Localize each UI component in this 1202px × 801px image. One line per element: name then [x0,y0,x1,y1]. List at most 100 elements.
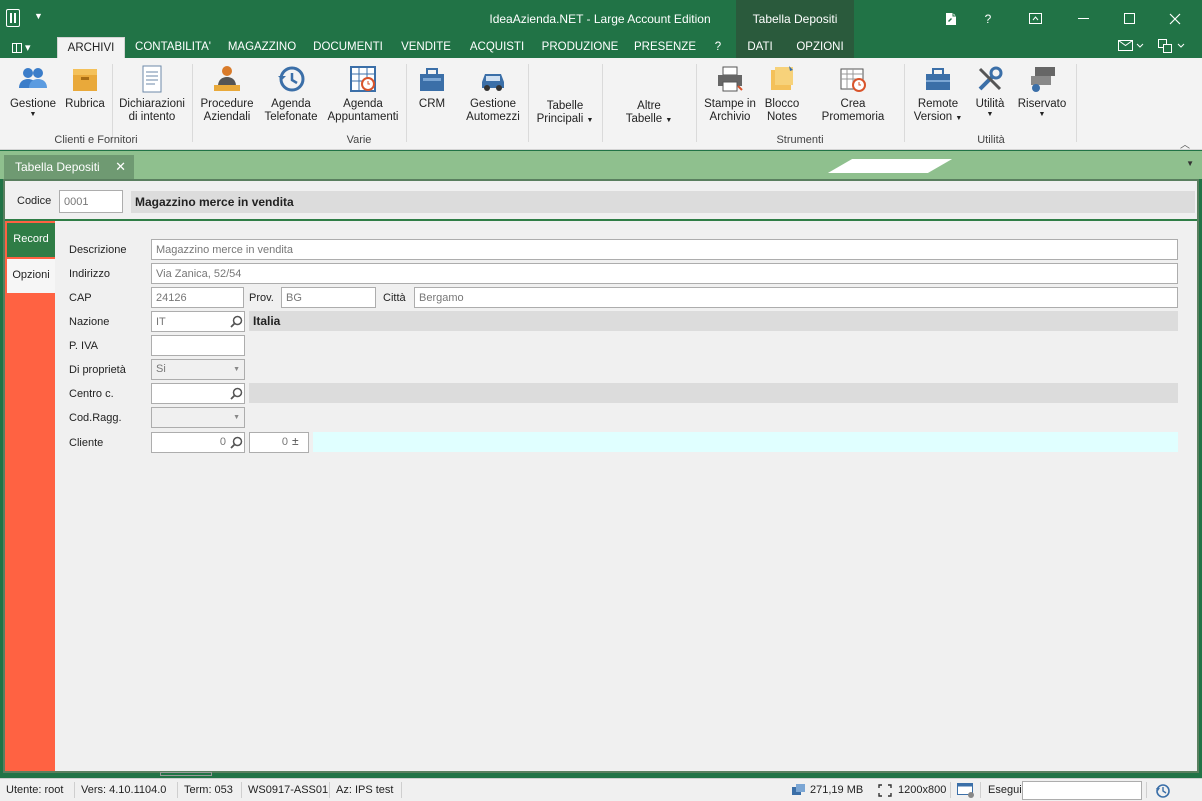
ribbon-display-options-icon[interactable] [1012,0,1058,37]
tab-dati[interactable]: DATI [740,37,780,58]
tab-opzioni[interactable]: OPZIONI [790,37,850,58]
cliente-description [313,432,1178,452]
esegui-label: Esegui [988,784,1022,796]
toolbox-icon [926,68,950,90]
status-resolution: 1200x800 [898,784,947,796]
codice-input[interactable] [59,190,123,213]
chevron-down-icon[interactable]: ▼ [1186,159,1194,168]
person-desk-icon [214,66,240,91]
tab-magazzino[interactable]: MAGAZZINO [222,37,302,58]
procedure-label-1: Procedure [200,98,254,110]
minimize-button[interactable] [1060,0,1106,37]
indirizzo-input[interactable] [151,263,1178,284]
esegui-input[interactable] [1022,781,1142,800]
maximize-button[interactable] [1106,0,1152,37]
app-icon[interactable] [6,9,20,27]
search-icon[interactable] [230,436,243,449]
descrizione-label: Descrizione [69,244,127,256]
tabelle-principali-button[interactable]: Tabelle Principali ▼ [532,64,598,134]
status-separator [950,782,951,798]
tab-help[interactable]: ? [706,37,730,58]
gestione-label: Gestione [9,98,57,110]
utilita-button[interactable]: Utilità ▼ [968,64,1012,134]
status-separator [401,782,402,798]
printer-icon [718,66,743,92]
clock-refresh-icon[interactable] [1155,783,1171,799]
side-tab-opzioni[interactable]: Opzioni [7,259,55,293]
descrizione-input[interactable] [151,239,1178,260]
users-icon [19,68,47,88]
help-button[interactable]: ? [965,0,1011,37]
tab-acquisti[interactable]: ACQUISTI [462,37,532,58]
ribbon-separator [904,64,905,142]
plus-minus-icon[interactable]: ± [292,434,299,448]
tab-vendite[interactable]: VENDITE [394,37,458,58]
proprieta-select[interactable]: Si ▼ [151,359,245,380]
altre-tabelle-button[interactable]: Altre Tabelle ▼ [616,64,682,134]
blocco-notes-button[interactable]: Blocco Notes [762,64,802,134]
remote-version-button[interactable]: Remote Version ▼ [910,64,966,134]
rubrica-label: Rubrica [65,98,105,110]
briefcase-icon [420,68,444,91]
window-settings-icon[interactable] [957,783,975,798]
status-bar: Utente: root Vers: 4.10.1104.0 Term: 053… [0,778,1202,801]
car-icon [482,74,504,91]
search-icon[interactable] [230,387,243,400]
automezzi-label-1: Gestione [469,98,517,110]
stampe-archivio-button[interactable]: Stampe in Archivio [700,64,760,134]
prov-label: Prov. [249,292,274,304]
indirizzo-label: Indirizzo [69,268,110,280]
cap-input[interactable] [151,287,244,308]
window-layout-icon[interactable] [1158,39,1186,56]
automezzi-button[interactable]: Gestione Automezzi [462,64,524,134]
ribbon-separator [696,64,697,142]
agenda-app-label-2: Appuntamenti [327,111,399,123]
sticky-note-icon [771,66,793,90]
collapse-ribbon-icon[interactable]: ︿ [1180,136,1190,151]
status-workstation: WS0917-ASS01 [248,784,329,796]
doc-tab-tabella-depositi[interactable]: Tabella Depositi ✕ [4,155,134,179]
remote-label-1: Remote [917,98,959,110]
gestione-button[interactable]: Gestione ▼ [6,64,60,134]
riservato-button[interactable]: Riservato ▼ [1014,64,1070,134]
chevron-down-icon: ▼ [955,115,963,122]
rubrica-button[interactable]: Rubrica [62,64,108,134]
dichiarazioni-label-2: di intento [128,111,176,123]
piva-input[interactable] [151,335,245,356]
tab-produzione[interactable]: PRODUZIONE [536,37,624,58]
ribbon: Gestione ▼ Rubrica Dichiarazioni di inte… [0,58,1202,151]
tab-contabilita[interactable]: CONTABILITA' [128,37,218,58]
dichiarazioni-button[interactable]: Dichiarazioni di intento [118,64,186,134]
file-menu-button[interactable]: ▾ [12,39,42,56]
status-memory: 271,19 MB [810,784,864,796]
crm-button[interactable]: CRM [410,64,454,134]
agenda-appuntamenti-button[interactable]: Agenda Appuntamenti [326,64,400,134]
record-form: Descrizione Indirizzo CAP Prov. Città Na… [55,221,1197,771]
side-tab-panel: Record Opzioni [5,221,55,771]
proprieta-label: Di proprietà [69,364,126,376]
cliente-sequence-input[interactable]: 0 [249,432,309,453]
close-button[interactable] [1152,0,1198,37]
fullscreen-icon[interactable] [878,784,892,797]
crea-promemoria-button[interactable]: Crea Promemoria [808,64,898,134]
side-tab-record[interactable]: Record [7,223,55,257]
tab-presenze[interactable]: PRESENZE [628,37,702,58]
codragg-select[interactable]: ▼ [151,407,245,428]
status-separator [241,782,242,798]
cap-label: CAP [69,292,92,304]
tab-documenti[interactable]: DOCUMENTI [306,37,390,58]
group-label-strumenti: Strumenti [776,134,824,146]
citta-input[interactable] [414,287,1178,308]
centro-description [249,383,1178,403]
agenda-telefonate-button[interactable]: Agenda Telefonate [260,64,322,134]
status-version: Vers: 4.10.1104.0 [81,784,167,796]
horizontal-scroll-handle[interactable] [160,772,212,776]
search-icon[interactable] [230,315,243,328]
close-icon[interactable]: ✕ [115,159,126,175]
mail-icon[interactable] [1118,39,1144,56]
prov-input[interactable] [281,287,376,308]
procedure-button[interactable]: Procedure Aziendali [198,64,256,134]
tab-archivi[interactable]: ARCHIVI [57,37,125,58]
agenda-tel-label-2: Telefonate [264,111,318,123]
quick-access-dropdown-icon[interactable]: ▼ [34,11,43,21]
